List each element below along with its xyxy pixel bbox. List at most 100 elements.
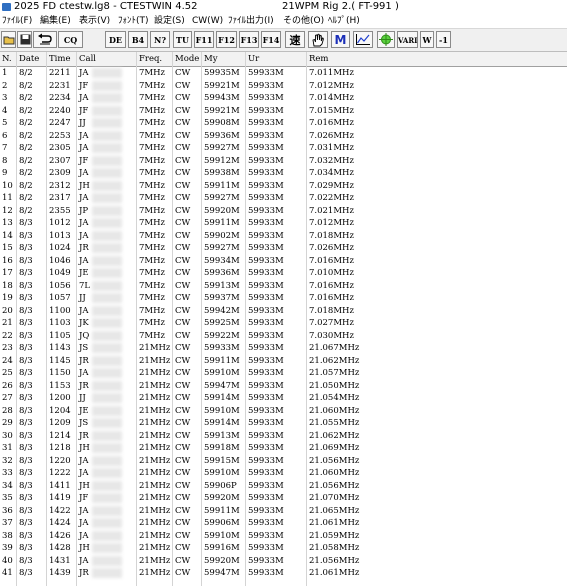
qso-remark: 21.056MHz (309, 480, 360, 491)
table-row[interactable]: 12 8/2 2355 JP 7MHz CW 59920M 59933M 7.021MHz (0, 205, 567, 218)
column-header-call[interactable]: Call (77, 52, 137, 66)
table-row[interactable]: 32 8/3 1220 JA 21MHz CW 59915M 59933M 21.056MHz (0, 455, 567, 468)
table-row[interactable]: 33 8/3 1222 JA 21MHz CW 59910M 59933M 21.060MHz (0, 467, 567, 480)
column-header-time[interactable]: Time (47, 52, 77, 66)
qso-time: 1220 (49, 455, 71, 466)
table-row[interactable]: 28 8/3 1204 JE 21MHz CW 59910M 59933M 21.060MHz (0, 405, 567, 418)
table-row[interactable]: 24 8/3 1145 JR 21MHz CW 59911M 59933M 21.062MHz (0, 355, 567, 368)
b4-button[interactable]: B4 (128, 31, 148, 48)
table-row[interactable]: 26 8/3 1153 JR 21MHz CW 59947M 59933M 21.050MHz (0, 380, 567, 393)
table-row[interactable]: 6 8/2 2253 JA 7MHz CW 59936M 59933M 7.026MHz (0, 130, 567, 143)
table-row[interactable]: 8 8/2 2307 JF 7MHz CW 59912M 59933M 7.032MHz (0, 155, 567, 168)
table-row[interactable]: 38 8/3 1426 JA 21MHz CW 59910M 59933M 21.059MHz (0, 530, 567, 543)
table-row[interactable]: 5 8/2 2247 JJ 7MHz CW 59908M 59933M 7.016MHz (0, 117, 567, 130)
table-row[interactable]: 35 8/3 1419 JF 21MHz CW 59920M 59933M 21.070MHz (0, 492, 567, 505)
column-header-rem[interactable]: Rem (307, 52, 567, 66)
redaction-blur (92, 368, 122, 378)
qso-callsign: JA (79, 530, 89, 541)
table-row[interactable]: 3 8/2 2234 JA 7MHz CW 59943M 59933M 7.014MHz (0, 92, 567, 105)
qso-time: 1100 (49, 305, 71, 316)
column-header-my[interactable]: My (202, 52, 246, 66)
redaction-blur (92, 268, 122, 278)
qso-time: 2355 (49, 205, 71, 216)
column-header-ur[interactable]: Ur (246, 52, 307, 66)
table-row[interactable]: 2 8/2 2231 JF 7MHz CW 59921M 59933M 7.012MHz (0, 80, 567, 93)
table-row[interactable]: 11 8/2 2317 JA 7MHz CW 59927M 59933M 7.022MHz (0, 192, 567, 205)
table-row[interactable]: 1 8/2 2211 JA 7MHz CW 59935M 59933M 7.011MHz (0, 67, 567, 80)
tu-button[interactable]: TU (173, 31, 192, 48)
table-row[interactable]: 20 8/3 1100 JA 7MHz CW 59942M 59933M 7.018MHz (0, 305, 567, 318)
qso-date: 8/3 (19, 430, 33, 441)
table-row[interactable]: 7 8/2 2305 JA 7MHz CW 59927M 59933M 7.031MHz (0, 142, 567, 155)
qso-mode: CW (175, 243, 191, 253)
qso-date: 8/2 (19, 168, 33, 178)
table-row[interactable]: 27 8/3 1200 JJ 21MHz CW 59914M 59933M 21.054MHz (0, 392, 567, 405)
vari-button[interactable]: VARI (397, 31, 418, 48)
menu-help[interactable]: ﾍﾙﾌﾟ(H) (328, 14, 360, 28)
column-header-date[interactable]: Date (17, 52, 47, 66)
qso-my-report: 59936M (204, 268, 240, 278)
table-row[interactable]: 25 8/3 1150 JA 21MHz CW 59910M 59933M 21.057MHz (0, 367, 567, 380)
f11-button[interactable]: F11 (194, 31, 214, 48)
open-file-icon[interactable] (1, 31, 16, 48)
table-row[interactable]: 13 8/3 1012 JA 7MHz CW 59911M 59933M 7.012MHz (0, 217, 567, 230)
table-row[interactable]: 23 8/3 1143 JS 21MHz CW 59933M 59933M 21.067MHz (0, 342, 567, 355)
table-row[interactable]: 16 8/3 1046 JA 7MHz CW 59934M 59933M 7.016MHz (0, 255, 567, 268)
qso-ur-report: 59933M (248, 418, 284, 428)
column-header-n[interactable]: N. (0, 52, 17, 66)
menu-cw[interactable]: CW(W) (192, 14, 223, 28)
table-row[interactable]: 39 8/3 1428 JH 21MHz CW 59916M 59933M 21.058MHz (0, 542, 567, 555)
table-row[interactable]: 22 8/3 1105 JQ 7MHz CW 59922M 59933M 7.030MHz (0, 330, 567, 343)
undo-icon[interactable] (33, 31, 57, 48)
table-row[interactable]: 30 8/3 1214 JR 21MHz CW 59913M 59933M 21.062MHz (0, 430, 567, 443)
table-row[interactable]: 15 8/3 1024 JR 7MHz CW 59927M 59933M 7.026MHz (0, 242, 567, 255)
f13-button[interactable]: F13 (239, 31, 259, 48)
table-row[interactable]: 40 8/3 1431 JA 21MHz CW 59920M 59933M 21.056MHz (0, 555, 567, 568)
table-row[interactable]: 18 8/3 1056 7L 7MHz CW 59913M 59933M 7.016MHz (0, 280, 567, 293)
redaction-blur (92, 118, 122, 128)
menu-other[interactable]: その他(O) (283, 14, 324, 28)
graph-icon[interactable] (353, 31, 373, 48)
table-row[interactable]: 36 8/3 1422 JA 21MHz CW 59911M 59933M 21.065MHz (0, 505, 567, 518)
menu-view[interactable]: 表示(V) (79, 14, 110, 28)
speed-button[interactable]: 速 (285, 31, 305, 48)
m-button[interactable]: M (331, 31, 350, 48)
nt-button[interactable]: N? (150, 31, 170, 48)
qso-date: 8/2 (19, 205, 33, 216)
table-row[interactable]: 19 8/3 1057 JJ 7MHz CW 59937M 59933M 7.016MHz (0, 292, 567, 305)
qso-date: 8/3 (19, 443, 33, 453)
column-header-freq[interactable]: Freq. (137, 52, 173, 66)
table-row[interactable]: 21 8/3 1103 JK 7MHz CW 59925M 59933M 7.027MHz (0, 317, 567, 330)
target-icon[interactable] (377, 31, 395, 48)
table-row[interactable]: 17 8/3 1049 JE 7MHz CW 59936M 59933M 7.010MHz (0, 267, 567, 280)
table-row[interactable]: 10 8/2 2312 JH 7MHz CW 59911M 59933M 7.029MHz (0, 180, 567, 193)
f14-button[interactable]: F14 (261, 31, 281, 48)
table-row[interactable]: 29 8/3 1209 JS 21MHz CW 59914M 59933M 21.055MHz (0, 417, 567, 430)
minus-one-button[interactable]: -1 (436, 31, 451, 48)
menu-edit[interactable]: 編集(E) (40, 14, 71, 28)
hand-icon[interactable] (308, 31, 328, 48)
table-row[interactable]: 4 8/2 2240 JF 7MHz CW 59921M 59933M 7.015MHz (0, 105, 567, 118)
de-button[interactable]: DE (105, 31, 126, 48)
w-button[interactable]: W (420, 31, 434, 48)
menu-file[interactable]: ﾌｧｲﾙ(F) (2, 14, 32, 28)
qso-time: 2307 (49, 155, 71, 166)
qso-time: 1056 (49, 280, 71, 291)
qso-number: 21 (2, 318, 13, 328)
table-row[interactable]: 14 8/3 1013 JA 7MHz CW 59902M 59933M 7.018MHz (0, 230, 567, 243)
table-row[interactable]: 37 8/3 1424 JA 21MHz CW 59906M 59933M 21.061MHz (0, 517, 567, 530)
cq-button[interactable]: CQ (58, 31, 83, 48)
menu-font[interactable]: ﾌｫﾝﾄ(T) (118, 14, 149, 28)
menu-settings[interactable]: 設定(S) (154, 14, 185, 28)
menu-file-output[interactable]: ﾌｧｲﾙ出力(I) (228, 14, 274, 28)
column-header-mode[interactable]: Mode (173, 52, 202, 66)
table-row[interactable]: 41 8/3 1439 JR 21MHz CW 59947M 59933M 21.061MHz (0, 567, 567, 580)
save-icon[interactable] (17, 31, 32, 48)
qso-mode: CW (175, 555, 191, 566)
table-row[interactable]: 34 8/3 1411 JH 21MHz CW 59906P 59933M 21.056MHz (0, 480, 567, 493)
table-row[interactable]: 31 8/3 1218 JH 21MHz CW 59918M 59933M 21.069MHz (0, 442, 567, 455)
table-row[interactable]: 9 8/2 2309 JA 7MHz CW 59938M 59933M 7.034MHz (0, 167, 567, 180)
qso-remark: 21.062MHz (309, 355, 360, 366)
qso-date: 8/3 (19, 268, 33, 278)
f12-button[interactable]: F12 (216, 31, 237, 48)
